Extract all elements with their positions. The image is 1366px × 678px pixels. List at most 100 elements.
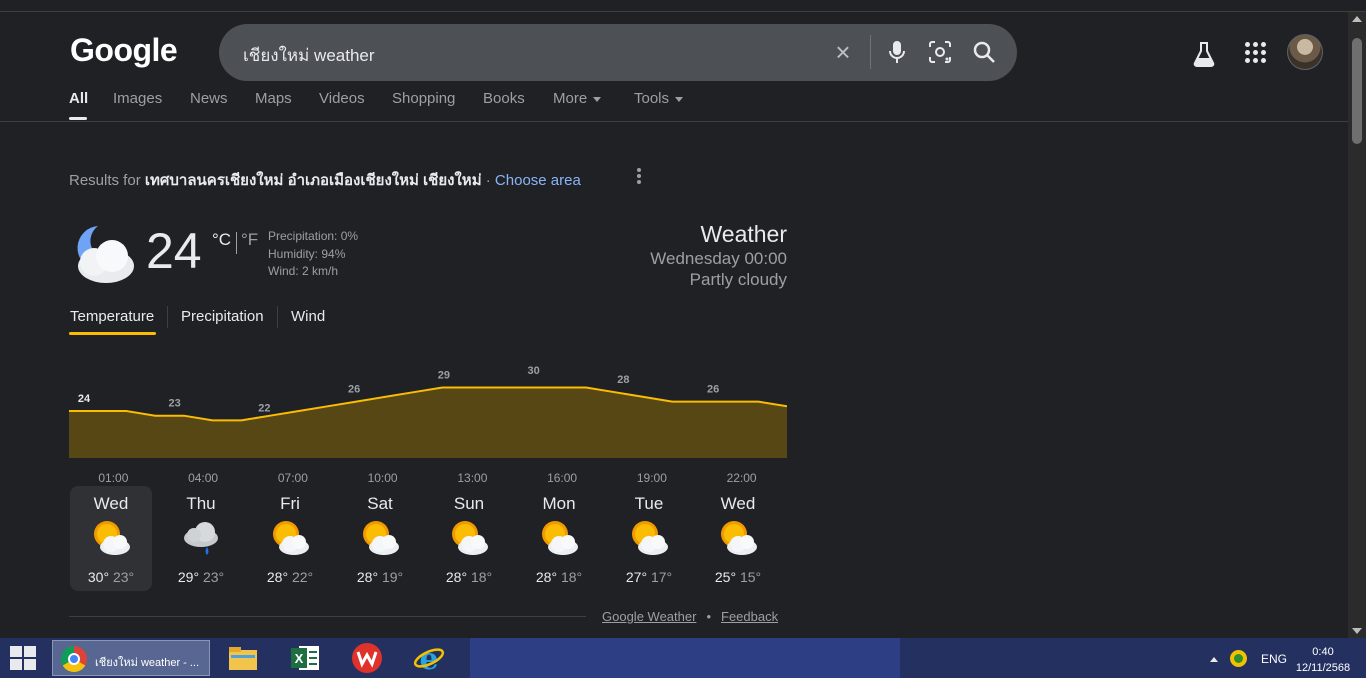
google-logo[interactable]: Google (70, 32, 178, 69)
search-box[interactable]: เชียงใหม่ weather × (219, 24, 1017, 81)
labs-flask-icon[interactable] (1191, 40, 1217, 68)
forecast-high: 30° (87, 569, 110, 585)
tab-more[interactable]: More (553, 90, 602, 107)
partly-sunny-icon (721, 521, 757, 555)
temperature-label: 30 (527, 365, 539, 377)
unit-fahrenheit[interactable]: °F (241, 230, 258, 250)
weather-condition: Partly cloudy (689, 270, 787, 289)
weather-title: Weather (700, 221, 787, 247)
time-tick-label: 04:00 (188, 471, 218, 485)
tab-news[interactable]: News (190, 90, 228, 107)
forecast-day-name: Thu (186, 494, 216, 513)
tab-more-label: More (553, 90, 588, 107)
system-clock[interactable]: 0:40 12/11/2568 (1290, 644, 1356, 676)
apps-grid-icon[interactable] (1244, 41, 1268, 65)
account-avatar[interactable] (1287, 34, 1323, 70)
humidity-value: Humidity: 94% (268, 246, 346, 261)
network-status-icon[interactable] (1230, 650, 1247, 667)
footer-dot: • (706, 609, 711, 624)
microphone-icon[interactable] (885, 38, 909, 66)
file-explorer-icon[interactable] (227, 642, 259, 674)
time-tick-label: 07:00 (278, 471, 308, 485)
temperature-label: 22 (258, 402, 270, 414)
search-results-page: Google เชียงใหม่ weather × All Images Ne… (0, 12, 1348, 638)
tab-videos[interactable]: Videos (319, 90, 365, 107)
active-metric-indicator (69, 332, 156, 335)
current-temperature: 24 (146, 223, 202, 279)
input-language[interactable]: ENG (1261, 652, 1287, 666)
forecast-day[interactable]: Wed 30° 23° (70, 486, 152, 591)
windows-start-icon[interactable] (10, 646, 36, 670)
tab-precipitation[interactable]: Precipitation (181, 308, 264, 325)
chevron-down-icon (675, 96, 684, 102)
forecast-high: 25° (714, 569, 737, 585)
google-weather-link[interactable]: Google Weather (602, 609, 696, 624)
forecast-low: 17° (650, 569, 673, 585)
tab-images[interactable]: Images (113, 90, 162, 107)
tab-books[interactable]: Books (483, 90, 525, 107)
forecast-day[interactable]: Thu 29° 23° (160, 486, 242, 591)
page-scrollbar[interactable] (1348, 12, 1366, 638)
metric-separator (277, 306, 278, 328)
scroll-up-icon[interactable] (1352, 16, 1362, 22)
more-options-icon[interactable] (636, 168, 642, 184)
weather-heading: Weather Wednesday 00:00 Partly cloudy (650, 221, 787, 290)
tab-all[interactable]: All (69, 90, 88, 107)
forecast-temps: 30° 23° (70, 569, 152, 585)
weather-datetime: Wednesday 00:00 (650, 249, 787, 268)
partly-sunny-icon (273, 521, 309, 555)
results-separator: · (481, 172, 495, 189)
search-divider (870, 35, 871, 69)
clock-date: 12/11/2568 (1295, 662, 1351, 674)
forecast-day[interactable]: Wed 25° 15° (697, 486, 779, 591)
rain-cloud-icon (184, 522, 218, 555)
wps-office-icon[interactable] (351, 642, 383, 674)
tab-maps[interactable]: Maps (255, 90, 292, 107)
forecast-temps: 29° 23° (160, 569, 242, 585)
forecast-temps: 28° 19° (339, 569, 421, 585)
forecast-day-name: Sat (367, 494, 393, 513)
results-for-prefix: Results for (69, 172, 145, 189)
taskbar-fade (470, 638, 900, 678)
weather-details: Precipitation: 0% Humidity: 94% Wind: 2 … (268, 228, 358, 281)
forecast-high: 29° (177, 569, 200, 585)
forecast-day-name: Mon (542, 494, 576, 513)
forecast-low: 15° (739, 569, 762, 585)
daily-forecast: Wed 30° 23° Thu 29° 23° Fri 28° 22° Sat 28° 19°… (69, 486, 787, 604)
partly-sunny-icon (363, 521, 399, 555)
search-icon[interactable] (971, 38, 997, 66)
tab-shopping[interactable]: Shopping (392, 90, 455, 107)
clear-icon[interactable]: × (831, 38, 855, 66)
taskbar-chrome-window[interactable]: เชียงใหม่ weather - ... (52, 640, 210, 676)
tab-wind[interactable]: Wind (291, 308, 325, 325)
tabs-divider (0, 121, 1348, 122)
tab-tools-label: Tools (634, 90, 670, 107)
feedback-link[interactable]: Feedback (721, 609, 778, 624)
forecast-day[interactable]: Sun 28° 18° (428, 486, 510, 591)
search-input[interactable]: เชียงใหม่ weather (243, 42, 375, 69)
tab-tools[interactable]: Tools (634, 90, 684, 107)
forecast-low: 19° (381, 569, 404, 585)
forecast-low: 18° (470, 569, 493, 585)
excel-icon[interactable]: X (289, 642, 321, 674)
time-tick-label: 19:00 (637, 471, 667, 485)
forecast-day[interactable]: Mon 28° 18° (518, 486, 600, 591)
forecast-high: 28° (535, 569, 558, 585)
forecast-day[interactable]: Fri 28° 22° (249, 486, 331, 591)
temperature-chart[interactable]: 24 23 22 26 29 30 28 26 01:00 04:00 07:00 10:00 13:0… (69, 364, 787, 488)
lens-camera-icon[interactable] (927, 38, 953, 66)
time-tick-label: 22:00 (727, 471, 757, 485)
forecast-day[interactable]: Tue 27° 17° (608, 486, 690, 591)
partly-sunny-icon (452, 521, 488, 555)
partly-sunny-icon (542, 521, 578, 555)
internet-explorer-icon[interactable]: e (413, 642, 445, 674)
chrome-icon (61, 646, 87, 672)
tray-expand-icon[interactable] (1210, 657, 1218, 662)
tab-temperature[interactable]: Temperature (70, 308, 154, 325)
scroll-down-icon[interactable] (1352, 628, 1362, 634)
choose-area-link[interactable]: Choose area (495, 172, 581, 189)
scrollbar-thumb[interactable] (1352, 38, 1362, 144)
forecast-temps: 25° 15° (697, 569, 779, 585)
unit-celsius[interactable]: °C (212, 230, 231, 250)
forecast-day[interactable]: Sat 28° 19° (339, 486, 421, 591)
